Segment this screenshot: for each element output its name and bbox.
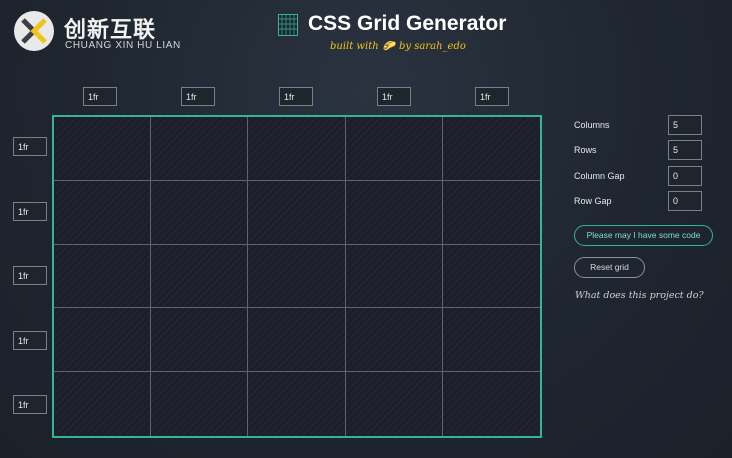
grid-cell[interactable] (151, 244, 249, 309)
grid-cell[interactable] (442, 117, 540, 181)
grid-cell[interactable] (151, 308, 249, 373)
row-gap-input[interactable] (668, 191, 702, 211)
row-gap-label: Row Gap (574, 196, 612, 206)
row-unit-input-2[interactable] (13, 202, 47, 221)
watermark-logo: 创新互联 CHUANG XIN HU LIAN (12, 9, 222, 53)
taco-icon: 🌮 (382, 41, 396, 52)
subtitle-suffix: by sarah_edo (399, 41, 466, 52)
grid-cell[interactable] (54, 308, 152, 373)
grid-cell[interactable] (54, 117, 152, 181)
row-unit-input-3[interactable] (13, 266, 47, 285)
watermark-en-text: CHUANG XIN HU LIAN (65, 40, 181, 51)
grid-cell[interactable] (346, 372, 443, 436)
column-gap-label: Column Gap (574, 171, 625, 181)
logo-mark-icon (14, 11, 54, 51)
about-project-link[interactable]: What does this project do? (575, 290, 704, 301)
column-unit-input-4[interactable] (377, 87, 411, 106)
get-code-button[interactable]: Please may I have some code (574, 225, 713, 246)
column-unit-input-5[interactable] (475, 87, 509, 106)
grid-cell[interactable] (248, 372, 346, 436)
grid-cell[interactable] (345, 180, 443, 245)
rows-input[interactable] (668, 140, 702, 160)
row-unit-input-4[interactable] (13, 331, 47, 350)
subtitle-prefix: built with (330, 41, 379, 52)
grid-icon (278, 14, 298, 36)
grid-cell[interactable] (54, 180, 152, 245)
grid-cell[interactable] (248, 308, 346, 373)
grid-cell[interactable] (54, 244, 152, 309)
page-header: CSS Grid Generator built with 🌮 by sarah… (270, 12, 510, 60)
grid-cell[interactable] (54, 372, 152, 436)
grid-cell[interactable] (442, 245, 540, 309)
grid-cell[interactable] (442, 308, 540, 373)
grid-cell[interactable] (248, 180, 346, 245)
grid-cell[interactable] (151, 372, 249, 436)
grid-cell[interactable] (345, 308, 443, 373)
grid-cell[interactable] (151, 180, 249, 245)
grid-cell[interactable] (442, 181, 540, 245)
grid-cell[interactable] (345, 244, 443, 309)
column-gap-input[interactable] (668, 166, 702, 186)
grid-cell[interactable] (151, 117, 249, 181)
column-unit-input-2[interactable] (181, 87, 215, 106)
columns-label: Columns (574, 120, 610, 130)
row-unit-input-5[interactable] (13, 395, 47, 414)
grid-cell[interactable] (248, 244, 346, 309)
reset-grid-button[interactable]: Reset grid (574, 257, 645, 278)
column-unit-input-3[interactable] (279, 87, 313, 106)
column-unit-input-1[interactable] (83, 87, 117, 106)
grid-cell[interactable] (443, 372, 540, 436)
row-unit-input-1[interactable] (13, 137, 47, 156)
page-subtitle: built with 🌮 by sarah_edo (330, 41, 466, 52)
rows-label: Rows (574, 145, 597, 155)
page-title: CSS Grid Generator (308, 12, 507, 35)
grid-cell[interactable] (248, 117, 346, 181)
grid-cell[interactable] (345, 117, 443, 181)
columns-input[interactable] (668, 115, 702, 135)
grid-canvas[interactable] (52, 115, 542, 438)
